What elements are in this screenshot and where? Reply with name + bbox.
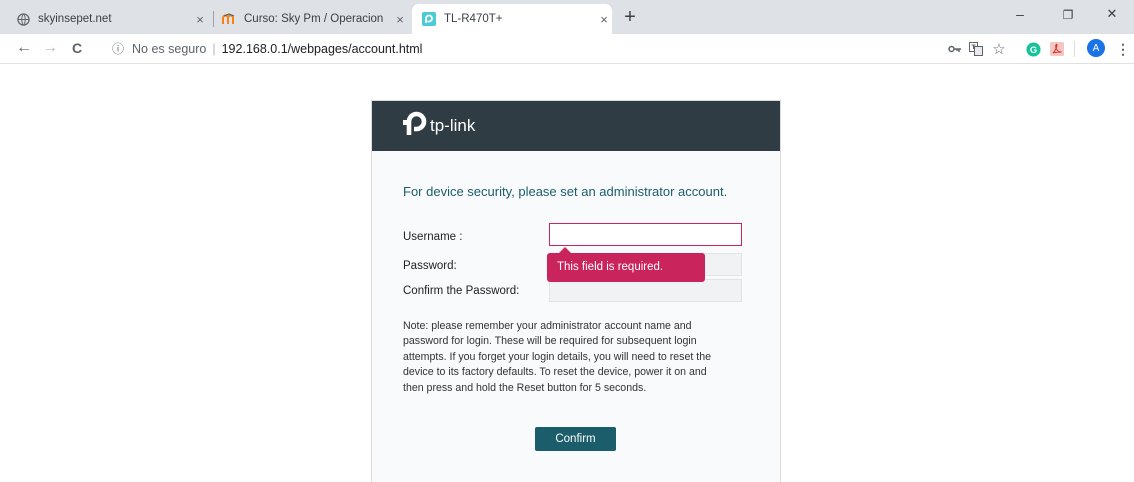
security-status: No es seguro — [132, 41, 207, 56]
info-icon[interactable]: ⓘ — [112, 40, 128, 57]
minimize-button[interactable]: – — [1005, 6, 1035, 22]
tab-title: skyinsepet.net — [38, 13, 112, 25]
address-bar[interactable]: ⓘ No es seguro | 192.168.0.1/webpages/ac… — [96, 37, 1006, 60]
error-tooltip: This field is required. — [547, 247, 705, 282]
svg-text:G: G — [1029, 44, 1036, 54]
close-icon[interactable]: × — [392, 12, 408, 27]
profile-avatar[interactable]: A — [1087, 39, 1105, 57]
browser-toolbar: ← → C ⓘ No es seguro | 192.168.0.1/webpa… — [0, 34, 1134, 64]
note-line: device to its factory defaults. To reset… — [403, 366, 707, 379]
note-line: attempts. If you forget your login detai… — [403, 350, 711, 363]
tp-link-icon — [422, 12, 436, 26]
close-icon[interactable]: × — [596, 12, 612, 27]
tab-tl-r470t[interactable]: TL-R470T+ × — [412, 4, 612, 34]
back-button[interactable]: ← — [14, 38, 34, 58]
reload-button[interactable]: C — [67, 38, 87, 58]
tp-link-logo-icon — [403, 111, 427, 141]
toolbar-divider — [1074, 41, 1075, 57]
new-tab-button[interactable]: + — [619, 7, 641, 29]
confirm-button[interactable]: Confirm — [535, 427, 616, 451]
translate-icon[interactable] — [967, 40, 985, 58]
globe-icon — [16, 12, 30, 26]
close-icon[interactable]: × — [192, 12, 208, 27]
profile-letter: A — [1092, 42, 1100, 54]
confirm-password-label: Confirm the Password: — [403, 285, 520, 297]
moodle-icon — [222, 12, 236, 26]
tab-divider — [213, 11, 214, 27]
menu-icon[interactable]: ⋮ — [1114, 40, 1132, 58]
key-icon[interactable] — [946, 40, 964, 58]
tab-title: Curso: Sky Pm / Operacion — [244, 13, 384, 25]
tab-strip: skyinsepet.net × Curso: Sky Pm / Operaci… — [0, 0, 1134, 34]
note-line: then press and hold the Reset button for… — [403, 381, 647, 394]
note-line: Note: please remember your administrator… — [403, 320, 692, 332]
tab-title: TL-R470T+ — [444, 13, 503, 25]
account-setup-panel: tp-link For device security, please set … — [371, 100, 781, 482]
page-heading: For device security, please set an admin… — [403, 184, 728, 199]
forward-button[interactable]: → — [40, 38, 60, 58]
tab-curso[interactable]: Curso: Sky Pm / Operacion × — [222, 4, 408, 34]
panel-header: tp-link — [372, 101, 780, 151]
grammarly-icon[interactable]: G — [1024, 40, 1042, 58]
note-line: password for login. These will be requir… — [403, 335, 697, 348]
username-label: Username : — [403, 231, 463, 243]
account-note: Note: please remember your administrator… — [403, 319, 763, 396]
brand-name: tp-link — [430, 116, 476, 135]
url-text[interactable]: 192.168.0.1/webpages/account.html — [222, 42, 423, 56]
window-close-button[interactable]: ✕ — [1097, 6, 1127, 22]
username-input[interactable] — [549, 223, 742, 246]
pdf-extension-icon[interactable] — [1048, 40, 1066, 58]
address-separator: | — [212, 41, 216, 56]
bookmark-star-icon[interactable]: ☆ — [990, 40, 1008, 58]
password-label: Password: — [403, 260, 457, 272]
restore-button[interactable]: ❐ — [1053, 8, 1083, 22]
tab-skyinsepet[interactable]: skyinsepet.net × — [16, 4, 208, 34]
confirm-password-input[interactable] — [549, 279, 742, 302]
